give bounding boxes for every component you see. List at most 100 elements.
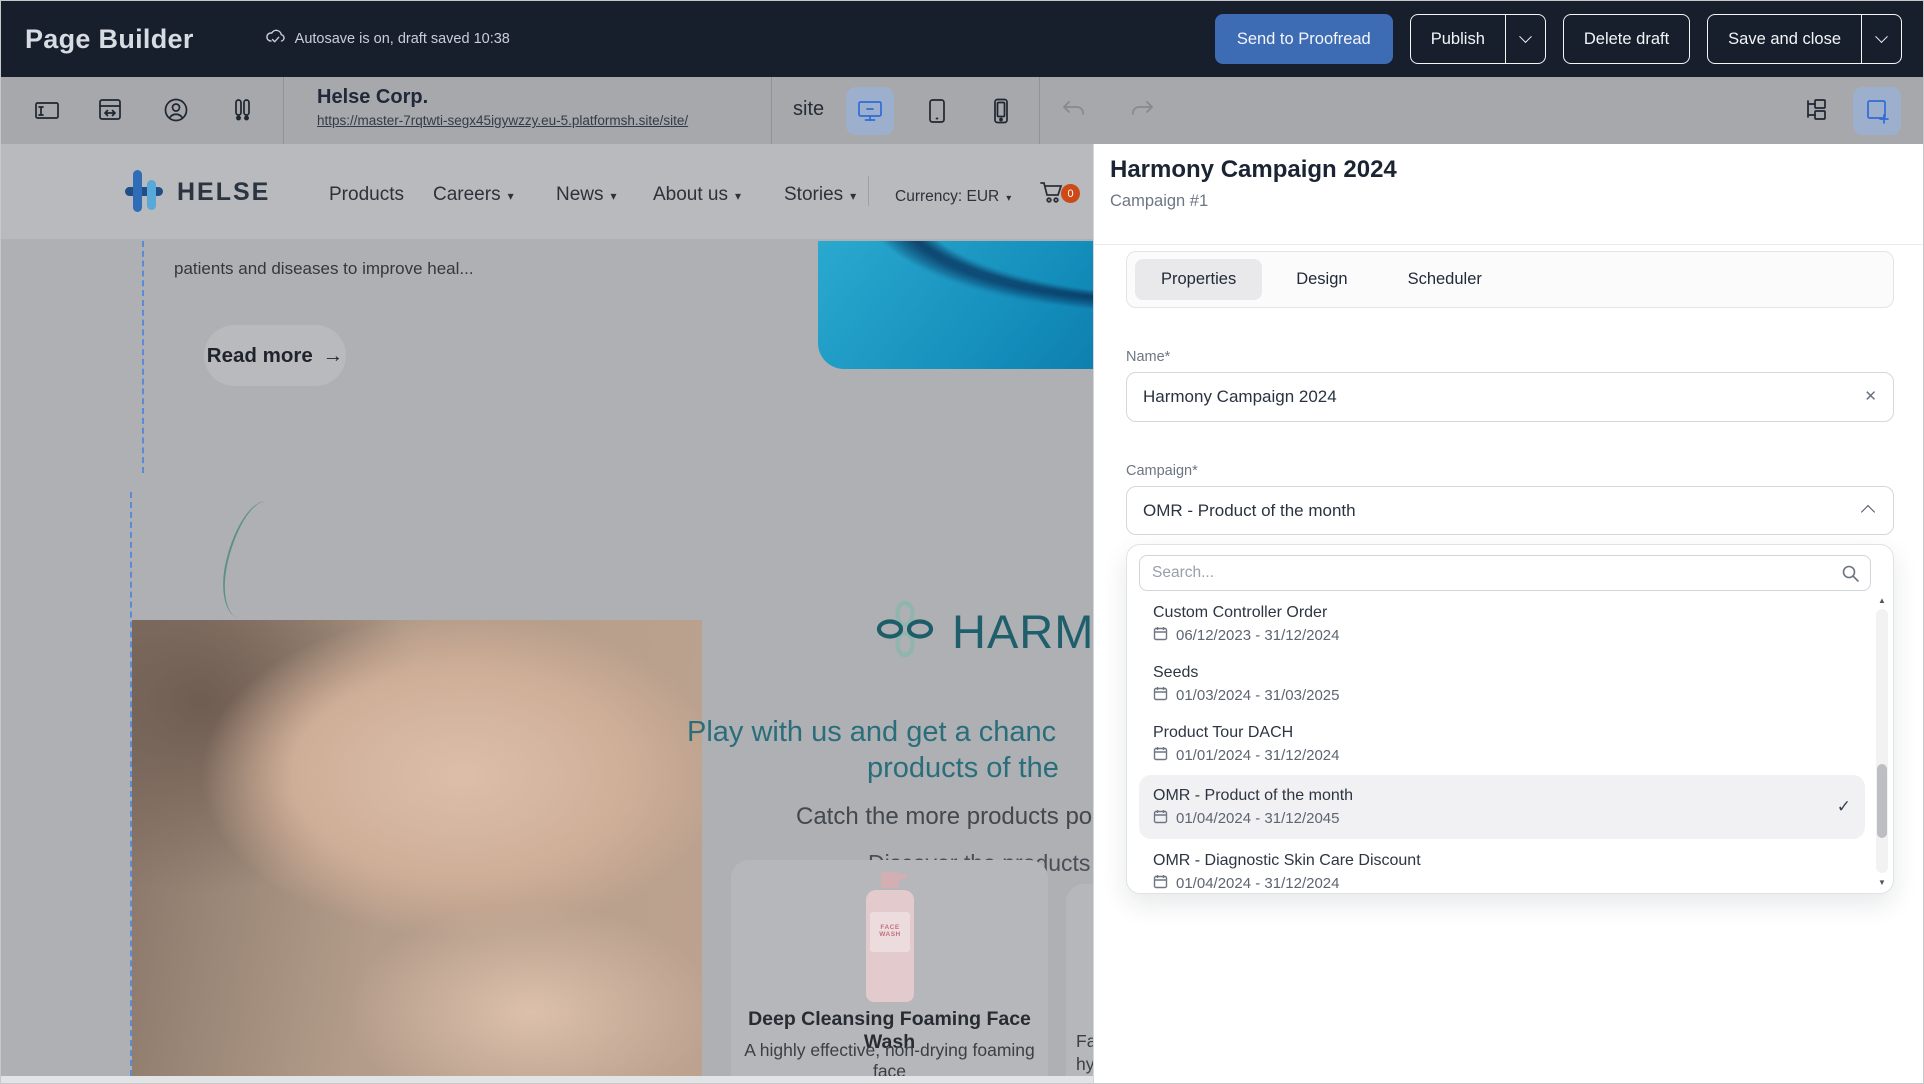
caret-down-icon: ▾	[735, 189, 741, 203]
campaign-field-label: Campaign*	[1126, 463, 1198, 479]
hero-headline-line1: Play with us and get a chanc	[687, 716, 1093, 749]
publish-dropdown-toggle[interactable]	[1506, 15, 1545, 63]
helse-logo-text: HELSE	[177, 178, 270, 207]
scrollbar-thumb[interactable]	[1877, 764, 1887, 838]
panel-title: Harmony Campaign 2024	[1110, 156, 1397, 184]
article-image	[818, 241, 1093, 369]
save-and-close-button[interactable]: Save and close	[1707, 14, 1902, 64]
helse-logo-icon	[123, 168, 165, 216]
campaign-option-selected[interactable]: OMR - Product of the month 01/04/2024 - …	[1139, 775, 1865, 839]
sliders-icon[interactable]	[227, 95, 257, 125]
product-title-fragment: Fac	[1076, 1031, 1093, 1052]
campaign-option[interactable]: Seeds 01/03/2024 - 31/03/2025	[1139, 655, 1865, 715]
harmony-hero-block[interactable]: HARM Play with us and get a chanc produc…	[130, 492, 1093, 1076]
hero-photo	[132, 620, 702, 1076]
site-identity: Helse Corp. https://master-7rqtwti-segx4…	[317, 86, 688, 130]
campaign-option[interactable]: Custom Controller Order 06/12/2023 - 31/…	[1139, 595, 1865, 655]
app-header: Page Builder Autosave is on, draft saved…	[1, 1, 1924, 77]
check-icon: ✓	[1837, 797, 1851, 817]
campaign-option[interactable]: OMR - Diagnostic Skin Care Discount 01/0…	[1139, 843, 1865, 903]
tab-scheduler[interactable]: Scheduler	[1382, 259, 1508, 300]
nav-divider	[868, 176, 869, 206]
dropdown-scrollbar: ▲ ▼	[1876, 597, 1888, 885]
header-actions: Send to Proofread Publish Delete draft S…	[1215, 14, 1902, 64]
product-description-fragment: hyd	[1076, 1054, 1093, 1075]
calendar-icon	[1153, 686, 1168, 705]
panel-subtitle: Campaign #1	[1110, 192, 1208, 211]
publish-label[interactable]: Publish	[1411, 15, 1506, 63]
campaign-select[interactable]: OMR - Product of the month	[1126, 486, 1894, 535]
tab-design[interactable]: Design	[1270, 259, 1373, 300]
page-name-label: site	[793, 98, 824, 121]
panel-tabs: Properties Design Scheduler	[1126, 251, 1894, 308]
site-url-link[interactable]: https://master-7rqtwti-segx45igywzzy.eu-…	[317, 113, 688, 128]
caret-down-icon: ▾	[508, 189, 514, 203]
article-teaser-text: patients and diseases to improve heal...	[174, 259, 474, 279]
campaign-settings-panel: Harmony Campaign 2024 Campaign #1 Proper…	[1093, 144, 1924, 1084]
read-more-button[interactable]: Read more →	[204, 325, 346, 386]
text-block-icon[interactable]	[32, 95, 62, 125]
search-icon	[1841, 564, 1860, 588]
harmony-logo-icon	[874, 601, 936, 662]
nav-careers[interactable]: Careers▾	[433, 184, 514, 206]
dropdown-search-input[interactable]	[1152, 556, 1832, 590]
save-dropdown-toggle[interactable]	[1862, 15, 1901, 63]
chevron-up-icon	[1861, 505, 1875, 519]
scroll-up-arrow[interactable]: ▲	[1876, 595, 1888, 607]
calendar-icon	[1153, 874, 1168, 893]
chevron-down-icon	[1519, 30, 1532, 43]
swap-layout-icon[interactable]	[95, 95, 125, 125]
tab-properties[interactable]: Properties	[1135, 259, 1262, 300]
user-avatar-icon[interactable]	[161, 95, 191, 125]
scroll-down-arrow[interactable]: ▼	[1876, 877, 1888, 889]
site-preview-canvas[interactable]: HELSE Products Careers▾ News▾ About us▾ …	[1, 144, 1093, 1084]
harmony-brand: HARM	[874, 601, 1093, 662]
nav-products[interactable]: Products	[329, 184, 404, 206]
clear-name-icon[interactable]: ✕	[1864, 387, 1877, 405]
preview-bottom-strip	[1, 1076, 1093, 1084]
page-tree-icon[interactable]	[1801, 95, 1831, 125]
panel-divider	[1094, 244, 1924, 245]
tablet-view-button[interactable]	[913, 87, 961, 135]
add-section-button[interactable]	[1853, 87, 1901, 135]
decor-curve	[213, 495, 292, 624]
campaign-dropdown: Custom Controller Order 06/12/2023 - 31/…	[1126, 544, 1894, 894]
autosave-text: Autosave is on, draft saved 10:38	[295, 31, 510, 47]
cloud-check-icon	[264, 26, 286, 52]
send-to-proofread-button[interactable]: Send to Proofread	[1215, 14, 1393, 64]
calendar-icon	[1153, 746, 1168, 765]
campaign-option[interactable]: Product Tour DACH 01/01/2024 - 31/12/202…	[1139, 715, 1865, 775]
hero-subline1: Catch the more products possi	[796, 803, 1093, 831]
nav-stories[interactable]: Stories▾	[784, 184, 856, 206]
nav-news[interactable]: News▾	[556, 184, 617, 206]
calendar-icon	[1153, 626, 1168, 645]
app-title: Page Builder	[25, 24, 194, 55]
cart-button[interactable]: 0	[1038, 178, 1068, 208]
desktop-view-button[interactable]	[846, 87, 894, 135]
save-and-close-label[interactable]: Save and close	[1708, 15, 1862, 63]
publish-button[interactable]: Publish	[1410, 14, 1546, 64]
mobile-view-button[interactable]	[977, 87, 1025, 135]
dropdown-search-field	[1139, 555, 1871, 591]
nav-about-us[interactable]: About us▾	[653, 184, 741, 206]
product-card[interactable]: Fac hyd	[1066, 884, 1093, 1076]
redo-icon[interactable]	[1127, 95, 1157, 125]
article-section-block[interactable]: patients and diseases to improve heal...…	[142, 241, 1093, 473]
hero-headline-line2: products of the	[867, 752, 1093, 785]
autosave-status: Autosave is on, draft saved 10:38	[264, 26, 510, 52]
calendar-icon	[1153, 809, 1168, 828]
caret-down-icon: ▾	[850, 189, 856, 203]
toolbar-divider	[283, 77, 284, 144]
caret-down-icon: ▾	[611, 189, 617, 203]
page-builder-window: Page Builder Autosave is on, draft saved…	[0, 0, 1924, 1084]
toolbar-divider	[1039, 77, 1040, 144]
product-bottle-image: FACE WASH	[861, 872, 919, 1004]
helse-logo[interactable]: HELSE	[123, 168, 270, 216]
undo-icon[interactable]	[1059, 95, 1089, 125]
name-input[interactable]	[1143, 373, 1843, 421]
currency-selector[interactable]: Currency: EUR▾	[895, 188, 1011, 206]
editor-toolbar: Helse Corp. https://master-7rqtwti-segx4…	[1, 77, 1924, 144]
campaign-select-value: OMR - Product of the month	[1143, 501, 1356, 521]
product-card[interactable]: FACE WASH Deep Cleansing Foaming Face Wa…	[731, 860, 1048, 1076]
delete-draft-button[interactable]: Delete draft	[1563, 14, 1690, 64]
